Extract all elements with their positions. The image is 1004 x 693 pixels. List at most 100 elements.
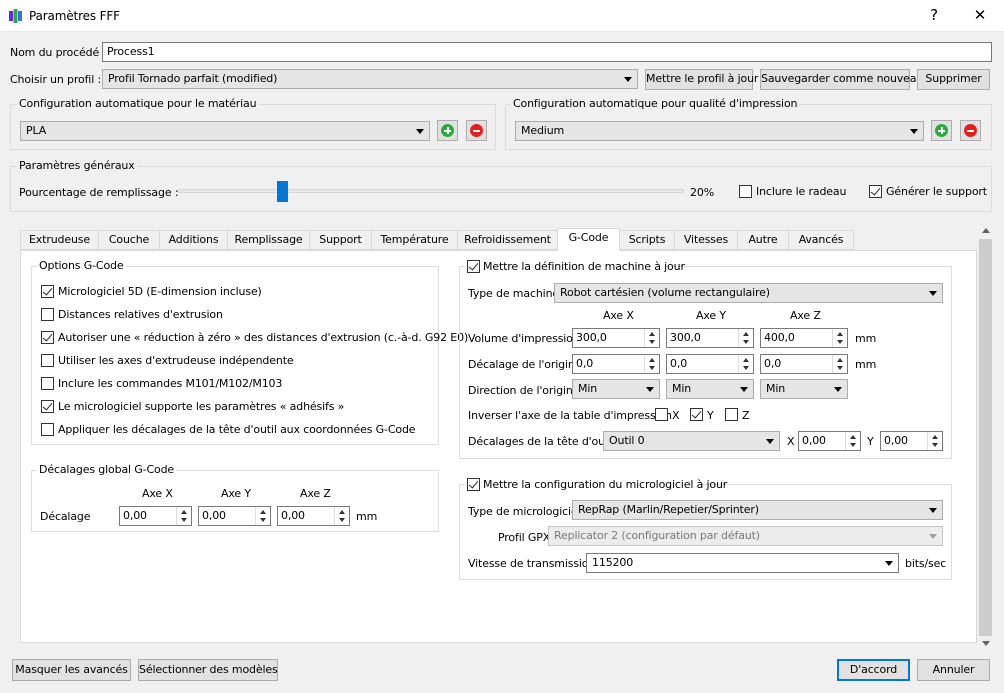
scroll-down-icon[interactable] [982, 641, 990, 646]
gpx-profile-select: Replicator 2 (configuration par défaut) [548, 526, 943, 546]
volume-label: Volume d'impression [468, 332, 580, 345]
spin-arrows-icon[interactable] [832, 355, 847, 373]
tool-select[interactable]: Outil 0 [603, 431, 780, 451]
spin-arrows-icon[interactable] [927, 432, 942, 450]
spin-arrows-icon[interactable] [644, 355, 659, 373]
update-firmware-checkbox[interactable] [467, 478, 480, 491]
tab-additions[interactable]: Additions [159, 230, 228, 250]
origin-offset-z-spinbox[interactable]: 0,0 [760, 354, 848, 374]
support-checkbox[interactable] [869, 185, 882, 198]
profile-select[interactable]: Profil Tornado parfait (modified) [102, 69, 638, 89]
origin-direction-z-select[interactable]: Min [760, 379, 848, 399]
gcode-option-label: Inclure les commandes M101/M102/M103 [58, 377, 283, 390]
gcode-option-checkbox[interactable] [41, 423, 54, 436]
update-machine-label: Mettre la définition de machine à jour [483, 260, 685, 273]
tab-refroidissement[interactable]: Refroidissement [457, 230, 558, 250]
origin-offset-z-value: 0,0 [764, 357, 782, 370]
tab-autre[interactable]: Autre [737, 230, 789, 250]
origin-offset-label: Décalage de l'origine [468, 358, 582, 371]
baud-rate-select[interactable]: 115200 [586, 553, 899, 573]
volume-y-value: 300,0 [670, 331, 701, 344]
tab-extrudeuse[interactable]: Extrudeuse [20, 230, 99, 250]
chevron-down-icon [646, 387, 654, 392]
tab-avances[interactable]: Avancés [788, 230, 854, 250]
save-as-new-button[interactable]: Sauvegarder comme nouveau [760, 69, 923, 90]
update-profile-button[interactable]: Mettre le profil à jour [645, 69, 758, 90]
gcode-option-label: Distances relatives d'extrusion [58, 308, 223, 321]
volume-y-spinbox[interactable]: 300,0 [666, 328, 754, 348]
close-button[interactable]: ✕ [958, 0, 1002, 31]
tab-temperature[interactable]: Température [371, 230, 458, 250]
gcode-option-checkbox[interactable] [41, 285, 54, 298]
spin-arrows-icon[interactable] [176, 507, 191, 525]
tab-vitesses[interactable]: Vitesses [674, 230, 738, 250]
tool-x-spinbox[interactable]: 0,00 [798, 431, 861, 451]
infill-slider[interactable] [178, 189, 684, 193]
gcode-option-checkbox[interactable] [41, 354, 54, 367]
invert-x-checkbox[interactable] [655, 408, 668, 421]
scroll-up-icon[interactable] [982, 228, 990, 233]
process-name-label: Nom du procédé : [10, 46, 106, 59]
invert-y-checkbox[interactable] [690, 408, 703, 421]
process-name-input[interactable]: Process1 [102, 42, 992, 62]
tab-scripts[interactable]: Scripts [619, 230, 675, 250]
tab-couche[interactable]: Couche [98, 230, 160, 250]
hide-advanced-button[interactable]: Masquer les avancés [12, 659, 131, 681]
gpx-profile-label: Profil GPX [498, 531, 551, 544]
global-offset-y-spinbox[interactable]: 0,00 [198, 506, 271, 526]
infill-slider-handle[interactable] [277, 181, 289, 202]
chevron-down-icon [885, 561, 893, 566]
chevron-down-icon [624, 77, 632, 82]
origin-offset-unit: mm [855, 358, 877, 371]
gcode-option-checkbox[interactable] [41, 331, 54, 344]
window-title: Paramètres FFF [29, 9, 120, 23]
quality-select[interactable]: Medium [515, 121, 924, 141]
firmware-type-select[interactable]: RepRap (Marlin/Repetier/Sprinter) [572, 500, 943, 520]
global-offset-x-spinbox[interactable]: 0,00 [119, 506, 192, 526]
scrollbar-thumb[interactable] [979, 239, 992, 636]
spin-arrows-icon[interactable] [255, 507, 270, 525]
remove-quality-button[interactable] [960, 120, 981, 141]
machine-axis-z-header: Axe Z [790, 309, 821, 322]
origin-direction-x-select[interactable]: Min [572, 379, 660, 399]
volume-x-spinbox[interactable]: 300,0 [572, 328, 660, 348]
ok-button[interactable]: D'accord [837, 659, 910, 681]
tab-remplissage[interactable]: Remplissage [227, 230, 310, 250]
origin-offset-x-spinbox[interactable]: 0,0 [572, 354, 660, 374]
spin-arrows-icon[interactable] [644, 329, 659, 347]
global-offset-z-value: 0,00 [281, 509, 305, 522]
gcode-option-checkbox[interactable] [41, 377, 54, 390]
origin-direction-y-select[interactable]: Min [666, 379, 754, 399]
origin-direction-label: Direction de l'origine [468, 384, 580, 397]
chevron-down-icon [929, 508, 937, 513]
spin-arrows-icon[interactable] [738, 355, 753, 373]
gcode-option-checkbox[interactable] [41, 400, 54, 413]
tab-support[interactable]: Support [309, 230, 372, 250]
spin-arrows-icon[interactable] [738, 329, 753, 347]
gcode-option-checkbox[interactable] [41, 308, 54, 321]
add-material-button[interactable] [437, 120, 458, 141]
help-button[interactable]: ? [914, 0, 954, 31]
volume-z-spinbox[interactable]: 400,0 [760, 328, 848, 348]
raft-checkbox[interactable] [739, 185, 752, 198]
delete-profile-button[interactable]: Supprimer [917, 69, 990, 90]
tool-y-spinbox[interactable]: 0,00 [880, 431, 943, 451]
add-quality-button[interactable] [931, 120, 952, 141]
gcode-option-label: Autoriser une « réduction à zéro » des d… [58, 331, 469, 344]
invert-bed-label: Inverser l'axe de la table d'impression [468, 409, 672, 422]
spin-arrows-icon[interactable] [334, 507, 349, 525]
update-machine-checkbox[interactable] [467, 260, 480, 273]
tab-g-code[interactable]: G-Code [557, 228, 620, 251]
spin-arrows-icon[interactable] [832, 329, 847, 347]
baud-rate-selected: 115200 [592, 556, 634, 569]
remove-material-button[interactable] [466, 120, 487, 141]
raft-label: Inclure le radeau [756, 185, 847, 198]
material-select[interactable]: PLA [20, 121, 430, 141]
global-offset-z-spinbox[interactable]: 0,00 [277, 506, 350, 526]
cancel-button[interactable]: Annuler [917, 659, 990, 681]
origin-offset-y-spinbox[interactable]: 0,0 [666, 354, 754, 374]
select-models-button[interactable]: Sélectionner des modèles [138, 659, 278, 681]
spin-arrows-icon[interactable] [845, 432, 860, 450]
invert-z-checkbox[interactable] [725, 408, 738, 421]
machine-type-select[interactable]: Robot cartésien (volume rectangulaire) [554, 283, 943, 303]
